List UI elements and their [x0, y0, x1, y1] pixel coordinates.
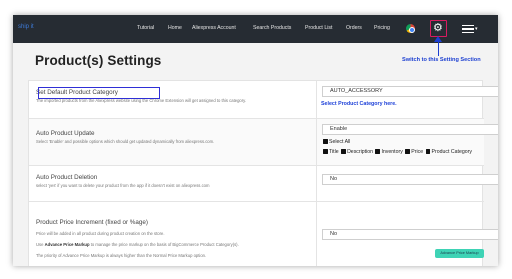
select-value: No	[330, 231, 338, 237]
gear-icon: ⚙	[433, 21, 443, 34]
column-divider	[316, 81, 317, 119]
setting-title: Auto Product Update	[36, 130, 95, 137]
option-description-checkbox[interactable]: Description	[340, 149, 373, 155]
nav-search-products[interactable]: Search Products	[253, 25, 291, 31]
nav-aliexpress-account[interactable]: Aliexpress Account	[192, 25, 236, 31]
auto-deletion-select[interactable]: No ▼	[322, 174, 498, 185]
checkbox-checked-icon	[425, 149, 431, 154]
settings-button[interactable]: ⚙	[430, 20, 447, 37]
setting-row-auto-update: Auto Product Update Select 'Enable' and …	[29, 119, 498, 166]
hamburger-menu-icon[interactable]	[462, 25, 474, 33]
option-title-checkbox[interactable]: Title	[322, 149, 339, 155]
default-category-select[interactable]: AUTO_ACCESSORY ▼	[322, 86, 498, 97]
checkbox-checked-icon	[323, 149, 328, 154]
select-value: No	[330, 176, 338, 182]
checkbox-checked-icon	[341, 149, 346, 154]
checkbox-label: Select All	[329, 139, 351, 145]
nav-pricing[interactable]: Pricing	[374, 25, 390, 31]
app-window: ship it Tutorial Home Aliexpress Account…	[13, 15, 498, 266]
update-options-group: Title Description Inventory Price Produc…	[322, 149, 472, 155]
setting-description: Select 'Enable' and possible options whi…	[36, 139, 215, 144]
select-value: Enable	[330, 126, 348, 132]
nav-orders[interactable]: Orders	[346, 25, 362, 31]
setting-description-priority: The priority of Advance Price Markup is …	[36, 253, 207, 258]
annotation-arrow-icon	[434, 36, 442, 42]
column-divider	[316, 119, 317, 166]
price-increment-select[interactable]: No ▼	[322, 229, 498, 240]
setting-row-auto-deletion: Auto Product Deletion select 'yes' if yo…	[29, 166, 498, 202]
option-inventory-checkbox[interactable]: Inventory	[374, 149, 403, 155]
setting-title: Auto Product Deletion	[36, 174, 98, 181]
checkbox-checked-icon	[375, 149, 380, 154]
checkbox-checked-icon	[405, 149, 410, 154]
settings-panel: Set Default Product Category The importe…	[28, 80, 498, 266]
setting-row-price-increment: Product Price Increment (fixed or %age) …	[29, 202, 498, 266]
nav-tutorial[interactable]: Tutorial	[137, 25, 154, 31]
select-all-checkbox[interactable]: Select All	[322, 139, 350, 145]
nav-home[interactable]: Home	[168, 25, 182, 31]
setting-row-default-category: Set Default Product Category The importe…	[29, 81, 498, 119]
setting-description-markup: Use Advance Price Markup to manage the p…	[36, 242, 239, 247]
select-value: AUTO_ACCESSORY	[330, 88, 383, 94]
option-category-checkbox[interactable]: Product Category	[425, 149, 472, 155]
chrome-icon[interactable]	[406, 24, 415, 33]
setting-description: Price will be added in all product durin…	[36, 231, 165, 236]
top-navbar: ship it Tutorial Home Aliexpress Account…	[13, 15, 498, 43]
nav-product-list[interactable]: Product List	[305, 25, 332, 31]
setting-title: Product Price Increment (fixed or %age)	[36, 219, 148, 226]
setting-description: select 'yes' if you want to delete your …	[36, 183, 210, 188]
menu-caret-icon: ▾	[475, 26, 478, 32]
page-title: Product(s) Settings	[35, 53, 162, 68]
annotation-label: Switch to this Setting Section	[402, 57, 481, 63]
auto-update-select[interactable]: Enable ▼	[322, 124, 498, 135]
column-divider	[316, 166, 317, 202]
checkbox-checked-icon	[323, 139, 328, 144]
advance-price-markup-button[interactable]: Advance Price Markup	[435, 249, 484, 258]
select-category-link[interactable]: Select Product Category here.	[321, 101, 397, 107]
brand-logo[interactable]: ship it	[18, 24, 34, 30]
column-divider	[316, 202, 317, 266]
highlight-box	[38, 87, 160, 99]
option-price-checkbox[interactable]: Price	[404, 149, 423, 155]
